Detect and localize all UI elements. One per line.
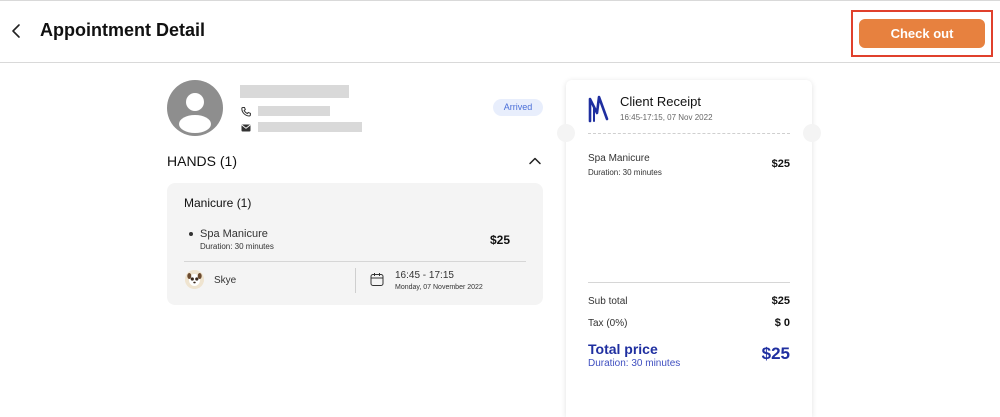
bullet-icon — [189, 232, 193, 236]
client-avatar — [167, 80, 223, 136]
service-card: Manicure (1) Spa Manicure Duration: 30 m… — [167, 183, 543, 305]
staff-avatar — [185, 270, 204, 289]
client-email-redacted — [258, 122, 362, 132]
receipt-notch — [803, 124, 821, 142]
divider — [184, 261, 526, 262]
receipt-notch — [557, 124, 575, 142]
subtotal-value: $25 — [771, 295, 790, 307]
receipt-title: Client Receipt — [620, 94, 701, 109]
page-title: Appointment Detail — [40, 20, 205, 40]
client-name-redacted — [240, 85, 349, 98]
brand-logo-icon — [588, 95, 609, 123]
phone-icon — [241, 107, 251, 117]
receipt-item-duration: Duration: 30 minutes — [588, 168, 662, 177]
client-receipt: Client Receipt 16:45-17:15, 07 Nov 2022 … — [557, 80, 821, 417]
top-bar: Appointment Detail Check out — [0, 0, 1000, 63]
receipt-subtitle: 16:45-17:15, 07 Nov 2022 — [620, 113, 713, 122]
chevron-up-icon[interactable] — [528, 154, 542, 168]
receipt-item-name: Spa Manicure — [588, 153, 650, 164]
subtotal-label: Sub total — [588, 296, 628, 307]
mail-icon — [241, 124, 251, 132]
service-duration: Duration: 30 minutes — [200, 242, 274, 251]
client-phone-redacted — [258, 106, 330, 116]
status-badge: Arrived — [493, 99, 543, 116]
total-price-value: $25 — [761, 344, 790, 363]
section-title: HANDS (1) — [167, 153, 238, 169]
divider — [588, 282, 790, 283]
checkout-highlight: Check out — [851, 10, 993, 57]
tax-label: Tax (0%) — [588, 318, 628, 329]
appointment-time: 16:45 - 17:15 — [395, 270, 454, 281]
vertical-divider — [355, 268, 356, 293]
appointment-date: Monday, 07 November 2022 — [395, 284, 483, 291]
total-duration: Duration: 30 minutes — [588, 358, 681, 369]
chevron-left-icon[interactable] — [8, 21, 26, 41]
service-name: Spa Manicure — [200, 228, 268, 240]
staff-name: Skye — [214, 275, 237, 286]
receipt-item-price: $25 — [771, 158, 790, 170]
dashed-divider — [588, 133, 790, 134]
category-title: Manicure (1) — [184, 196, 252, 210]
total-price-label: Total price — [588, 341, 658, 357]
checkout-button[interactable]: Check out — [859, 19, 985, 48]
calendar-icon — [370, 273, 384, 286]
service-price: $25 — [490, 233, 511, 247]
tax-value: $ 0 — [774, 317, 790, 329]
